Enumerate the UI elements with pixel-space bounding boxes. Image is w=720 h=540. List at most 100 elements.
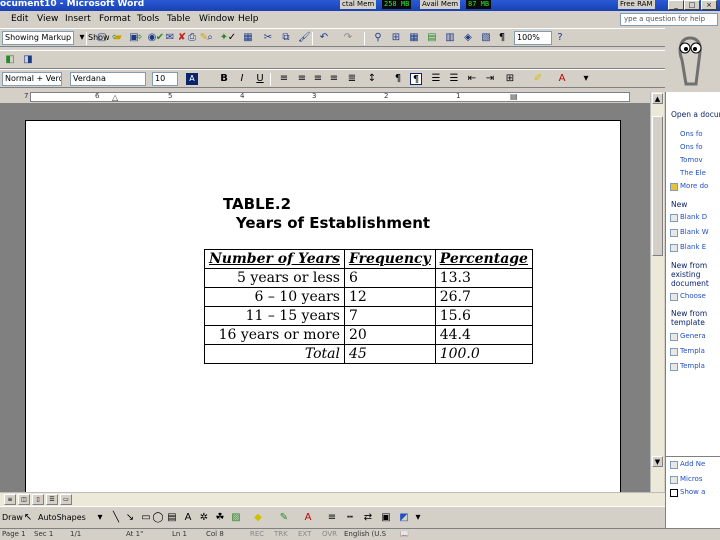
rtl-icon[interactable]: ¶	[410, 73, 422, 85]
permission-icon[interactable]: ◉	[146, 32, 158, 44]
fill-color-icon[interactable]: ◆	[252, 512, 264, 524]
line-icon[interactable]: ╲	[110, 512, 122, 524]
increase-indent-icon[interactable]: ⇥	[484, 73, 496, 85]
copy-icon[interactable]: ⧉	[280, 32, 292, 44]
template-link[interactable]: Genera	[680, 332, 706, 340]
redo-icon[interactable]: ↷	[342, 32, 354, 44]
distribute-icon[interactable]: ≣	[346, 73, 358, 85]
web-view-icon[interactable]: ◫	[18, 494, 30, 505]
drawing-icon[interactable]: ◈	[462, 32, 474, 44]
chevron-down-icon[interactable]: ▾	[412, 512, 424, 524]
insert-table-icon[interactable]: ▦	[408, 32, 420, 44]
menu-window[interactable]: Window	[199, 14, 235, 24]
ltr-icon[interactable]: ¶	[392, 73, 404, 85]
menu-insert[interactable]: Insert	[65, 14, 91, 24]
minimize-button[interactable]: _	[668, 0, 684, 10]
text-box-icon[interactable]: ▤	[166, 512, 178, 524]
bold-icon[interactable]: B	[218, 73, 230, 85]
dash-style-icon[interactable]: ┅	[344, 512, 356, 524]
help-search-input[interactable]: ype a question for help	[620, 13, 718, 26]
status-ext[interactable]: EXT	[298, 530, 311, 538]
font-color-picker-icon[interactable]: A	[186, 73, 198, 85]
checkbox-icon[interactable]	[670, 489, 678, 497]
menu-table[interactable]: Table	[167, 14, 190, 24]
arrow-style-icon[interactable]: ⇄	[362, 512, 374, 524]
numbering-icon[interactable]: ☰	[430, 73, 442, 85]
print-preview-icon[interactable]: ⌕	[204, 32, 216, 44]
menu-format[interactable]: Format	[99, 14, 131, 24]
cut-icon[interactable]: ✂	[262, 32, 274, 44]
oval-icon[interactable]: ◯	[152, 512, 164, 524]
justify-icon[interactable]: ≡	[328, 73, 340, 85]
font-color-icon[interactable]: A	[556, 73, 568, 85]
vertical-scrollbar[interactable]: ▲ ▼	[650, 92, 664, 492]
arrow-icon[interactable]: ↘	[124, 512, 136, 524]
template-link[interactable]: Templa	[680, 362, 705, 370]
wordart-icon[interactable]: A	[182, 512, 194, 524]
reviewing-pane-icon[interactable]: ▦	[242, 32, 254, 44]
shadow-icon[interactable]: ▣	[380, 512, 392, 524]
scroll-down-icon[interactable]: ▼	[652, 456, 663, 467]
align-left-icon[interactable]: ≡	[278, 73, 290, 85]
markup-combo[interactable]: Showing Markup	[2, 31, 74, 45]
horizontal-scrollbar[interactable]: ≡ ◫ ▯ ☰ ▭	[0, 492, 665, 506]
document-map-icon[interactable]: ▧	[480, 32, 492, 44]
new-blank-link[interactable]: Blank W	[680, 228, 709, 236]
spelling-icon[interactable]: ✓	[226, 32, 238, 44]
normal-view-icon[interactable]: ≡	[4, 494, 16, 505]
font-size-combo[interactable]: 10	[152, 72, 178, 86]
scroll-thumb[interactable]	[652, 116, 663, 256]
indent-marker-icon[interactable]: △	[112, 93, 118, 102]
reading-view-icon[interactable]: ▭	[60, 494, 72, 505]
format-painter-icon[interactable]: 🖌	[298, 32, 311, 44]
line-color-icon[interactable]: ✎	[278, 512, 290, 524]
print-view-icon[interactable]: ▯	[32, 494, 44, 505]
status-ovr[interactable]: OVR	[322, 530, 337, 538]
more-documents-link[interactable]: More do	[680, 182, 708, 190]
spelling-status-icon[interactable]: 📖	[400, 530, 409, 538]
document-page[interactable]: TABLE.2 Years of Establishment Number of…	[25, 120, 621, 500]
menu-tools[interactable]: Tools	[137, 14, 159, 24]
autoshapes-menu[interactable]: AutoShapes	[38, 513, 86, 522]
select-objects-icon[interactable]: ↖	[22, 512, 34, 524]
email-icon[interactable]: ✉	[164, 32, 176, 44]
reject-icon[interactable]: ◨	[22, 54, 34, 66]
accept-icon[interactable]: ◧	[4, 54, 16, 66]
microsoft-help-link[interactable]: Micros	[680, 475, 703, 483]
chevron-down-icon[interactable]: ▾	[580, 73, 592, 85]
style-combo[interactable]: Normal + Verda	[2, 72, 62, 86]
new-document-icon[interactable]: ▢	[96, 32, 108, 44]
line-spacing-icon[interactable]: ↕	[366, 73, 378, 85]
clip-art-icon[interactable]: ☘	[214, 512, 226, 524]
center-icon[interactable]: ≡	[296, 73, 308, 85]
show-hide-icon[interactable]: ¶	[496, 32, 508, 44]
menu-view[interactable]: View	[37, 14, 58, 24]
tab-stop-icon[interactable]: ▤	[510, 92, 518, 101]
menu-help[interactable]: Help	[238, 14, 259, 24]
open-icon[interactable]: ▰	[112, 32, 124, 44]
draw-menu[interactable]: Draw	[2, 513, 23, 522]
highlight-icon[interactable]: ✐	[532, 73, 544, 85]
diagram-icon[interactable]: ✲	[198, 512, 210, 524]
new-blank-link[interactable]: Blank D	[680, 213, 707, 221]
new-blank-link[interactable]: Blank E	[680, 243, 706, 251]
bullets-icon[interactable]: ☰	[448, 73, 460, 85]
decrease-indent-icon[interactable]: ⇤	[466, 73, 478, 85]
3d-icon[interactable]: ◩	[398, 512, 410, 524]
columns-icon[interactable]: ▥	[444, 32, 456, 44]
horizontal-ruler[interactable]: 7 6 5 4 3 2 1 △ ▤	[0, 90, 650, 104]
line-style-icon[interactable]: ≡	[326, 512, 338, 524]
scroll-up-icon[interactable]: ▲	[652, 93, 663, 104]
help-icon[interactable]: ?	[554, 32, 566, 44]
show-at-startup-link[interactable]: Show a	[680, 488, 705, 496]
template-link[interactable]: Templa	[680, 347, 705, 355]
close-button[interactable]: ×	[701, 0, 717, 10]
menu-edit[interactable]: Edit	[11, 14, 28, 24]
chevron-down-icon[interactable]: ▾	[94, 512, 106, 524]
align-right-icon[interactable]: ≡	[312, 73, 324, 85]
zoom-combo[interactable]: 100%	[514, 31, 552, 45]
outline-view-icon[interactable]: ☰	[46, 494, 58, 505]
rectangle-icon[interactable]: ▭	[140, 512, 152, 524]
font-combo[interactable]: Verdana	[70, 72, 146, 86]
print-icon[interactable]: ⎙	[186, 32, 198, 44]
